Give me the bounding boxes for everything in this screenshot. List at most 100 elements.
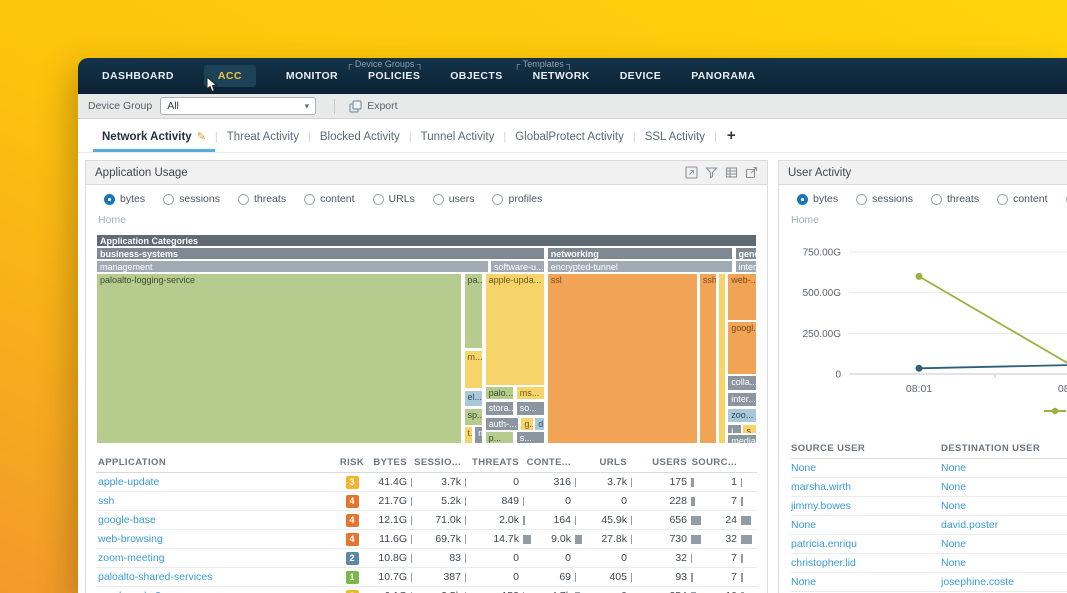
radio-sessions[interactable]: sessions xyxy=(856,193,913,205)
user-link-none[interactable]: None xyxy=(941,500,966,512)
treemap-cell-m[interactable]: m... xyxy=(464,350,484,390)
treemap-cell-apple-upda[interactable]: apple-upda... xyxy=(485,273,546,386)
radio-circle[interactable] xyxy=(931,194,942,205)
treemap-cell-zoo[interactable]: zoo... xyxy=(727,408,757,424)
nav-item-panorama[interactable]: PANORAMA xyxy=(691,65,755,87)
treemap-cell-web[interactable]: web-... xyxy=(727,273,757,320)
treemap-cell-s[interactable]: s... xyxy=(742,424,757,434)
nav-item-objects[interactable]: OBJECTS xyxy=(450,65,502,87)
treemap-cell-ssh[interactable]: ssh xyxy=(699,273,717,444)
treemap-cell-business-systems[interactable]: business-systems xyxy=(96,247,545,260)
treemap-cell-encrypted-tunnel[interactable]: encrypted-tunnel xyxy=(547,260,733,273)
radio-circle[interactable] xyxy=(997,194,1008,205)
treemap-cell-cell[interactable] xyxy=(718,273,726,444)
treemap-cell-inter[interactable]: inter... xyxy=(727,392,757,408)
treemap-cell-so[interactable]: so... xyxy=(516,401,546,417)
treemap-cell-sp[interactable]: sp... xyxy=(464,408,484,426)
breadcrumb[interactable]: Home xyxy=(86,212,767,232)
treemap-cell-auth[interactable]: auth-... xyxy=(485,417,519,431)
treemap-cell-p[interactable]: p... xyxy=(485,431,515,444)
user-link-none[interactable]: None xyxy=(941,481,966,493)
treemap-cell-management[interactable]: management xyxy=(96,260,489,273)
treemap-cell-s[interactable]: s... xyxy=(516,431,546,444)
app-link-web-browsing[interactable]: web-browsing xyxy=(98,533,163,545)
column-header-bytes[interactable]: BYTES xyxy=(369,457,427,468)
column-header-urls[interactable]: URLS xyxy=(591,457,647,468)
export-button[interactable]: Export xyxy=(349,100,397,113)
nav-item-device[interactable]: DEVICE xyxy=(620,65,662,87)
device-group-select[interactable]: All ▾ xyxy=(160,97,316,115)
add-tab-button[interactable]: + xyxy=(717,122,746,152)
treemap-cell-m[interactable]: m xyxy=(474,426,483,444)
treemap-cell-ssl[interactable]: ssl xyxy=(547,273,698,444)
radio-content[interactable]: content xyxy=(304,193,354,205)
radio-circle[interactable] xyxy=(238,194,249,205)
export-icon[interactable] xyxy=(745,166,758,179)
treemap-cell-inter[interactable]: inter... xyxy=(735,260,757,273)
column-header-sessio[interactable]: SESSIO... xyxy=(427,457,481,468)
user-link-patricia-enriqu[interactable]: patricia.enriqu xyxy=(791,538,857,550)
treemap-cell-googl[interactable]: googl... xyxy=(727,321,757,374)
user-link-none[interactable]: None xyxy=(941,557,966,569)
app-link-ssh[interactable]: ssh xyxy=(98,495,114,507)
app-link-apple-update[interactable]: apple-update xyxy=(98,476,159,488)
user-link-jimmy-bowes[interactable]: jimmy.bowes xyxy=(791,500,851,512)
radio-circle[interactable] xyxy=(373,194,384,205)
app-link-google-base[interactable]: google-base xyxy=(98,514,156,526)
radio-circle[interactable] xyxy=(163,194,174,205)
column-header-risk[interactable]: RISK xyxy=(335,457,369,468)
radio-content[interactable]: content xyxy=(997,193,1047,205)
radio-users[interactable]: users xyxy=(433,193,475,205)
treemap-cell-i[interactable]: i... xyxy=(727,424,742,434)
radio-bytes[interactable]: bytes xyxy=(797,193,838,205)
nav-item-dashboard[interactable]: DASHBOARD xyxy=(102,65,174,87)
treemap-cell-software-u[interactable]: software-u... xyxy=(490,260,546,273)
tab-tunnel-activity[interactable]: Tunnel Activity xyxy=(412,123,504,152)
radio-profiles[interactable]: profiles xyxy=(492,193,542,205)
column-header-threats[interactable]: THREATS xyxy=(481,457,539,468)
radio-bytes[interactable]: bytes xyxy=(104,193,145,205)
radio-urls[interactable]: URLs xyxy=(373,193,415,205)
user-link-none[interactable]: None xyxy=(941,538,966,550)
treemap-cell-t[interactable]: t... xyxy=(464,426,474,444)
radio-sessions[interactable]: sessions xyxy=(163,193,220,205)
radio-circle[interactable] xyxy=(797,194,808,205)
tab-blocked-activity[interactable]: Blocked Activity xyxy=(311,123,409,152)
column-header-sourc[interactable]: SOURC... xyxy=(707,457,757,468)
user-link-none[interactable]: None xyxy=(941,462,966,474)
treemap-cell-g[interactable]: g... xyxy=(520,417,533,431)
radio-circle[interactable] xyxy=(856,194,867,205)
user-link-josephine-coste[interactable]: josephine.coste xyxy=(941,576,1014,588)
treemap-cell-ms[interactable]: ms... xyxy=(516,386,546,400)
tab-network-activity[interactable]: Network Activity✎ xyxy=(93,122,215,152)
treemap-cell-palo[interactable]: palo... xyxy=(485,386,515,400)
treemap-cell-media[interactable]: media xyxy=(727,434,757,444)
edit-tab-icon[interactable]: ✎ xyxy=(197,130,206,143)
radio-circle[interactable] xyxy=(433,194,444,205)
treemap-cell-colla[interactable]: colla... xyxy=(727,375,757,391)
column-header-application[interactable]: APPLICATION xyxy=(96,457,335,468)
tab-globalprotect-activity[interactable]: GlobalProtect Activity xyxy=(506,123,633,152)
treemap-cell-application-categories[interactable]: Application Categories xyxy=(96,234,757,247)
app-link-paloalto-shared-services[interactable]: paloalto-shared-services xyxy=(98,571,212,583)
radio-threats[interactable]: threats xyxy=(931,193,979,205)
user-link-marsha-wirth[interactable]: marsha.wirth xyxy=(791,481,851,493)
treemap-cell-d[interactable]: d... xyxy=(534,417,545,431)
treemap-cell-pa[interactable]: pa... xyxy=(464,273,484,349)
treemap-cell-networking[interactable]: networking xyxy=(547,247,733,260)
nav-item-monitor[interactable]: MONITOR xyxy=(286,65,338,87)
column-header-destination-user[interactable]: DESTINATION USER xyxy=(941,443,1067,454)
radio-threats[interactable]: threats xyxy=(238,193,286,205)
treemap-cell-el[interactable]: el... xyxy=(464,390,484,408)
radio-circle[interactable] xyxy=(104,194,115,205)
radio-circle[interactable] xyxy=(492,194,503,205)
tab-threat-activity[interactable]: Threat Activity xyxy=(218,123,308,152)
user-link-none[interactable]: None xyxy=(791,519,816,531)
user-link-none[interactable]: None xyxy=(791,576,816,588)
user-link-none[interactable]: None xyxy=(791,462,816,474)
column-header-conte[interactable]: CONTE... xyxy=(539,457,591,468)
column-header-users[interactable]: USERS xyxy=(647,457,707,468)
user-link-david-poster[interactable]: david.poster xyxy=(941,519,998,531)
maximize-icon[interactable] xyxy=(685,166,698,179)
table-icon[interactable] xyxy=(725,166,738,179)
